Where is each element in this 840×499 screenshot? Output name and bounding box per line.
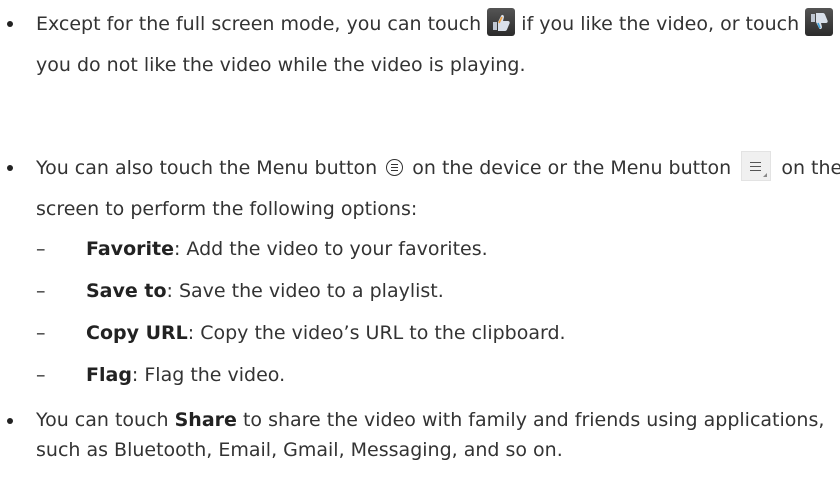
manual-page: Except for the full screen mode, you can…: [0, 0, 840, 499]
option-desc: : Save the video to a playlist.: [166, 280, 444, 302]
thumbs-up-icon: [487, 7, 516, 36]
share-term: Share: [174, 409, 237, 431]
option-copy-url: – Copy URL: Copy the video’s URL to the …: [36, 318, 840, 348]
option-term: Flag: [86, 364, 132, 386]
device-menu-icon: [386, 158, 404, 176]
option-term: Favorite: [86, 238, 174, 260]
option-dash: –: [36, 322, 46, 344]
bullet-dot: [7, 418, 13, 424]
option-dash: –: [36, 280, 46, 302]
option-save-to: – Save to: Save the video to a playlist.: [36, 276, 840, 306]
option-favorite: – Favorite: Add the video to your favori…: [36, 234, 840, 264]
option-term: Save to: [86, 280, 167, 302]
bullet-share: You can touch Share to share the video w…: [0, 405, 840, 465]
thumbs-down-icon: [805, 7, 834, 36]
bullet-like-dislike: Except for the full screen mode, you can…: [0, 4, 840, 86]
bullet-dot: [7, 165, 13, 171]
option-desc: : Copy the video’s URL to the clipboard.: [187, 322, 566, 344]
bullet-text: on the device or the Menu button: [412, 157, 732, 179]
option-desc: : Add the video to your favorites.: [173, 238, 488, 260]
bullet-menu-options: You can also touch the Menu button on th…: [0, 148, 840, 230]
bullet-text: You can touch: [36, 409, 169, 431]
bullet-text: Except for the full screen mode, you can…: [36, 13, 482, 35]
bullet-dot: [7, 21, 13, 27]
option-dash: –: [36, 364, 46, 386]
bullet-text: You can also touch the Menu button: [36, 157, 378, 179]
option-term: Copy URL: [86, 322, 188, 344]
bullet-text: if you like the video, or touch: [521, 13, 800, 35]
option-desc: : Flag the video.: [131, 364, 286, 386]
option-flag: – Flag: Flag the video.: [36, 360, 840, 390]
option-dash: –: [36, 238, 46, 260]
screen-menu-icon: [741, 150, 772, 181]
